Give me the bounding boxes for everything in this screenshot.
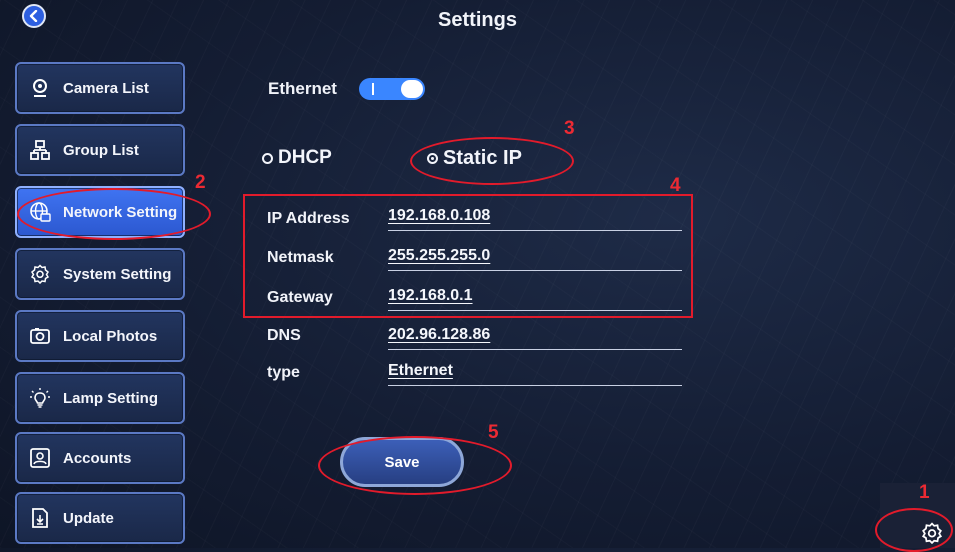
netmask-field[interactable]: 255.255.255.0	[388, 243, 682, 271]
type-field[interactable]: Ethernet	[388, 358, 682, 386]
account-icon	[29, 447, 51, 469]
annotation-number-2: 2	[195, 172, 206, 193]
dns-label: DNS	[267, 327, 301, 344]
gateway-label: Gateway	[267, 289, 333, 306]
sidebar-item-update[interactable]: Update	[15, 492, 185, 544]
sidebar-item-label: Accounts	[63, 449, 132, 467]
sidebar-item-label: System Setting	[63, 265, 172, 283]
sidebar-item-label: Update	[63, 509, 114, 527]
netmask-label: Netmask	[267, 249, 334, 266]
annotation-number-5: 5	[488, 422, 499, 443]
camera-icon	[29, 77, 51, 99]
ethernet-toggle[interactable]	[359, 78, 425, 100]
toggle-on-mark	[372, 83, 374, 95]
corner-panel	[880, 483, 955, 548]
update-icon	[29, 507, 51, 529]
sidebar-item-camera-list[interactable]: Camera List	[15, 62, 185, 114]
annotation-number-1: 1	[919, 482, 930, 503]
static-ip-radio[interactable]: Static IP	[427, 147, 522, 170]
annotation-number-4: 4	[670, 175, 681, 196]
sidebar-item-label: Local Photos	[63, 327, 158, 345]
dhcp-radio[interactable]: DHCP	[262, 147, 332, 169]
group-icon	[29, 139, 51, 161]
sidebar-item-network-setting[interactable]: Network Setting	[15, 186, 185, 238]
ip-address-field[interactable]: 192.168.0.108	[388, 203, 682, 231]
radio-checked-icon	[427, 153, 438, 164]
static-ip-label: Static IP	[443, 147, 522, 169]
toggle-knob	[401, 80, 423, 98]
gear-icon	[921, 522, 943, 545]
sidebar-item-label: Camera List	[63, 79, 149, 97]
dns-field[interactable]: 202.96.128.86	[388, 322, 682, 350]
network-icon	[29, 201, 51, 223]
photo-icon	[29, 325, 51, 347]
radio-unchecked-icon	[262, 152, 273, 164]
sidebar-item-label: Lamp Setting	[63, 389, 159, 407]
settings-button[interactable]	[921, 522, 943, 545]
sidebar-item-system-setting[interactable]: System Setting	[15, 248, 185, 300]
sidebar-item-label: Group List	[63, 141, 139, 159]
gear-icon	[29, 263, 51, 285]
lamp-icon	[29, 387, 51, 409]
sidebar-item-group-list[interactable]: Group List	[15, 124, 185, 176]
save-button[interactable]: Save	[340, 437, 464, 487]
page-title: Settings	[438, 9, 517, 31]
ethernet-label: Ethernet	[268, 79, 337, 98]
sidebar-item-accounts[interactable]: Accounts	[15, 432, 185, 484]
sidebar-item-lamp-setting[interactable]: Lamp Setting	[15, 372, 185, 424]
annotation-number-3: 3	[564, 118, 575, 139]
dhcp-label: DHCP	[278, 147, 332, 168]
type-label: type	[267, 364, 300, 381]
sidebar-item-label: Network Setting	[63, 203, 178, 221]
gateway-field[interactable]: 192.168.0.1	[388, 283, 682, 311]
sidebar-item-local-photos[interactable]: Local Photos	[15, 310, 185, 362]
ip-address-label: IP Address	[267, 210, 350, 227]
